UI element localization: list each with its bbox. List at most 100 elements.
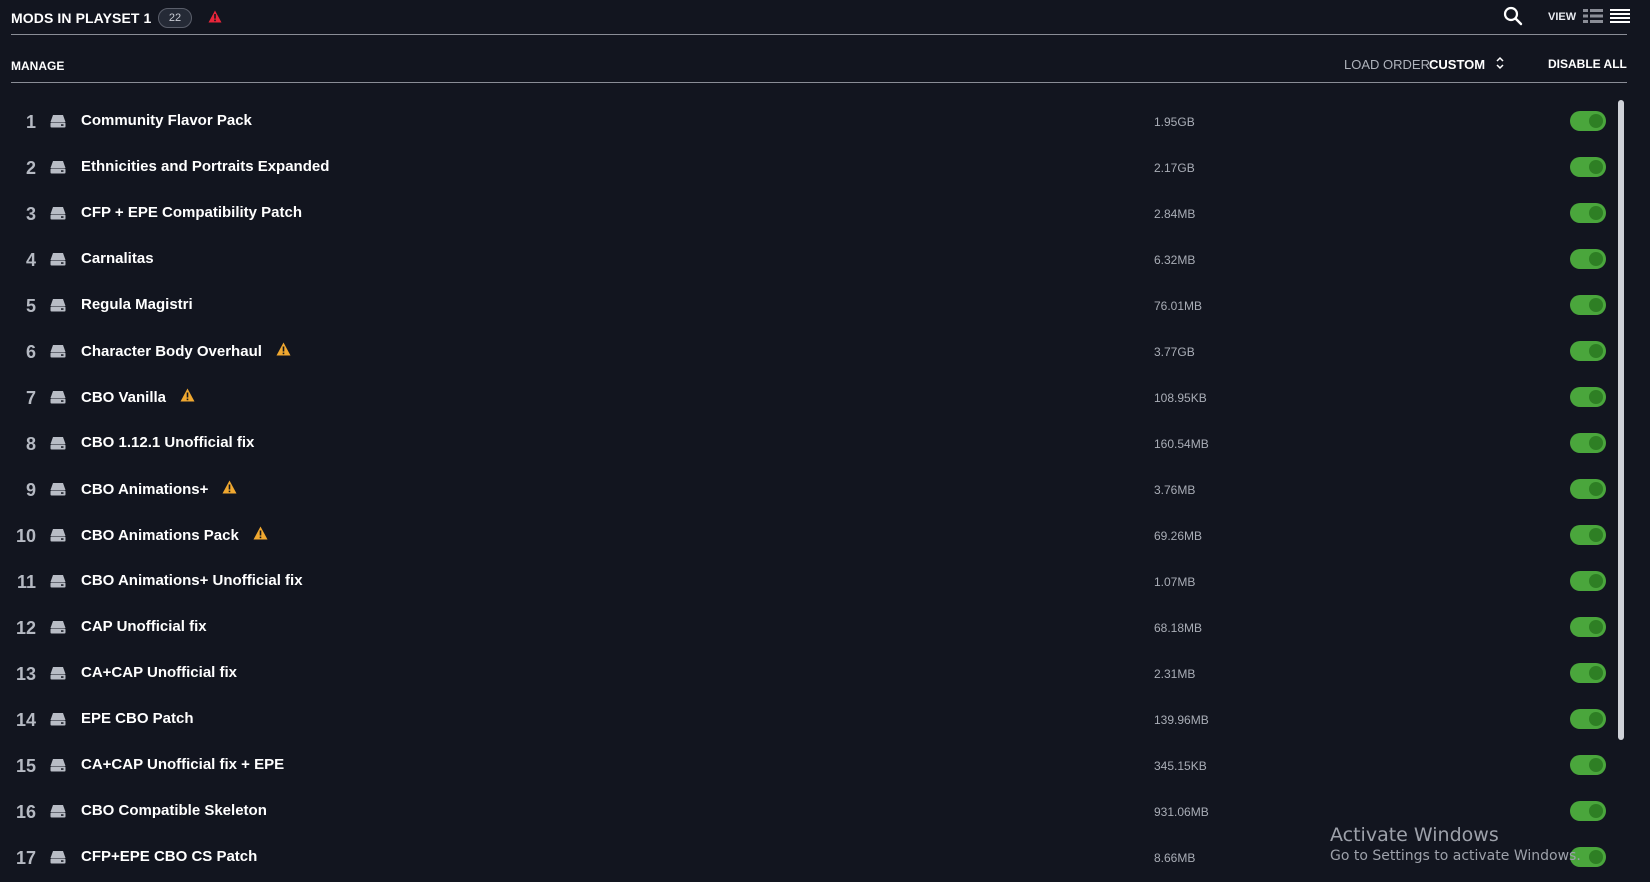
local-drive-icon	[50, 620, 66, 639]
mod-count-badge: 22	[158, 8, 192, 28]
mod-row[interactable]: 11 CBO Animations+ Unofficial fix 1.07MB	[0, 558, 1620, 604]
mod-name: CBO Animations+	[81, 481, 209, 498]
chevron-up-down-icon[interactable]	[1495, 56, 1505, 75]
mod-enable-toggle[interactable]	[1570, 663, 1606, 683]
warning-triangle-icon[interactable]	[180, 388, 195, 407]
mod-load-index: 9	[25, 480, 36, 500]
mod-enable-toggle[interactable]	[1570, 295, 1606, 315]
mod-size: 1.95GB	[1154, 115, 1195, 129]
mod-row[interactable]: 3 CFP + EPE Compatibility Patch 2.84MB	[0, 190, 1620, 236]
toggle-knob	[1589, 574, 1603, 588]
toggle-knob	[1589, 482, 1603, 496]
mod-name: CA+CAP Unofficial fix + EPE	[81, 756, 285, 773]
local-drive-icon	[50, 344, 66, 363]
toggle-knob	[1589, 390, 1603, 404]
local-drive-icon	[50, 390, 66, 409]
local-drive-icon	[50, 758, 66, 777]
mod-name: Character Body Overhaul	[81, 343, 262, 360]
mod-row[interactable]: 12 CAP Unofficial fix 68.18MB	[0, 604, 1620, 650]
mod-row[interactable]: 5 Regula Magistri 76.01MB	[0, 282, 1620, 328]
grid-view-icon[interactable]	[1583, 8, 1603, 29]
mod-enable-toggle[interactable]	[1570, 387, 1606, 407]
warning-triangle-icon[interactable]	[253, 526, 268, 545]
mod-enable-toggle[interactable]	[1570, 479, 1606, 499]
local-drive-icon	[50, 804, 66, 823]
mod-name: CA+CAP Unofficial fix	[81, 664, 237, 681]
toggle-knob	[1589, 206, 1603, 220]
mod-enable-toggle[interactable]	[1570, 341, 1606, 361]
mod-size: 2.17GB	[1154, 161, 1195, 175]
search-icon[interactable]	[1503, 6, 1523, 31]
local-drive-icon	[50, 666, 66, 685]
mod-size: 3.77GB	[1154, 345, 1195, 359]
mod-enable-toggle[interactable]	[1570, 755, 1606, 775]
mod-row[interactable]: 8 CBO 1.12.1 Unofficial fix 160.54MB	[0, 420, 1620, 466]
mod-enable-toggle[interactable]	[1570, 709, 1606, 729]
toggle-knob	[1589, 666, 1603, 680]
mod-enable-toggle[interactable]	[1570, 571, 1606, 591]
mod-enable-toggle[interactable]	[1570, 249, 1606, 269]
mod-name: CBO Animations+ Unofficial fix	[81, 572, 303, 589]
mod-load-index: 4	[25, 250, 36, 270]
mod-row[interactable]: 10 CBO Animations Pack 69.26MB	[0, 512, 1620, 558]
mod-enable-toggle[interactable]	[1570, 157, 1606, 177]
mod-load-index: 3	[25, 204, 36, 224]
mod-row[interactable]: 7 CBO Vanilla 108.95KB	[0, 374, 1620, 420]
mod-name: EPE CBO Patch	[81, 710, 194, 727]
mod-name: CBO Compatible Skeleton	[81, 802, 267, 819]
view-label: VIEW	[1548, 11, 1577, 23]
mod-row[interactable]: 9 CBO Animations+ 3.76MB	[0, 466, 1620, 512]
mod-row[interactable]: 1 Community Flavor Pack 1.95GB	[0, 98, 1620, 144]
local-drive-icon	[50, 114, 66, 133]
mod-enable-toggle[interactable]	[1570, 525, 1606, 545]
local-drive-icon	[50, 528, 66, 547]
mod-load-index: 14	[15, 710, 36, 730]
mod-load-index: 12	[15, 618, 36, 638]
warning-triangle-icon[interactable]	[276, 342, 291, 361]
toggle-knob	[1589, 114, 1603, 128]
mod-enable-toggle[interactable]	[1570, 203, 1606, 223]
local-drive-icon	[50, 436, 66, 455]
toggle-knob	[1589, 528, 1603, 542]
local-drive-icon	[50, 712, 66, 731]
load-order-select[interactable]: CUSTOM	[1429, 57, 1485, 72]
mod-row[interactable]: 6 Character Body Overhaul 3.77GB	[0, 328, 1620, 374]
disable-all-button[interactable]: DISABLE ALL	[1548, 57, 1627, 71]
mod-size: 2.84MB	[1154, 207, 1196, 221]
mod-name: CBO 1.12.1 Unofficial fix	[81, 434, 255, 451]
mod-size: 1.07MB	[1154, 575, 1196, 589]
warning-triangle-icon[interactable]	[222, 480, 237, 499]
manage-button[interactable]: MANAGE	[11, 59, 64, 73]
mod-size: 345.15KB	[1154, 759, 1207, 773]
local-drive-icon	[50, 252, 66, 271]
activate-windows-title: Activate Windows	[1330, 824, 1499, 846]
mod-size: 160.54MB	[1154, 437, 1209, 451]
mod-size: 76.01MB	[1154, 299, 1203, 313]
mod-load-index: 17	[15, 848, 36, 868]
mod-row[interactable]: 13 CA+CAP Unofficial fix 2.31MB	[0, 650, 1620, 696]
alert-triangle-icon[interactable]	[208, 10, 222, 28]
mod-enable-toggle[interactable]	[1570, 111, 1606, 131]
mod-row[interactable]: 15 CA+CAP Unofficial fix + EPE 345.15KB	[0, 742, 1620, 788]
mod-enable-toggle[interactable]	[1570, 617, 1606, 637]
mod-size: 68.18MB	[1154, 621, 1203, 635]
mod-row[interactable]: 14 EPE CBO Patch 139.96MB	[0, 696, 1620, 742]
mod-row[interactable]: 2 Ethnicities and Portraits Expanded 2.17G…	[0, 144, 1620, 190]
mod-enable-toggle[interactable]	[1570, 433, 1606, 453]
activate-windows-watermark: Activate Windows Go to Settings to activ…	[1330, 824, 1581, 864]
mod-size: 139.96MB	[1154, 713, 1209, 727]
scrollbar[interactable]	[1618, 100, 1624, 740]
mod-load-index: 2	[25, 158, 36, 178]
local-drive-icon	[50, 206, 66, 225]
playset-title: MODS IN PLAYSET 1	[11, 10, 152, 26]
mod-row[interactable]: 4 Carnalitas 6.32MB	[0, 236, 1620, 282]
list-view-icon[interactable]	[1610, 8, 1630, 29]
mod-enable-toggle[interactable]	[1570, 801, 1606, 821]
mod-size: 108.95KB	[1154, 391, 1207, 405]
playset-header: MODS IN PLAYSET 1 22 VIEW	[11, 0, 1630, 35]
toggle-knob	[1589, 436, 1603, 450]
mod-name: CFP + EPE Compatibility Patch	[81, 204, 303, 221]
local-drive-icon	[50, 850, 66, 869]
toggle-knob	[1589, 252, 1603, 266]
mod-size: 2.31MB	[1154, 667, 1196, 681]
